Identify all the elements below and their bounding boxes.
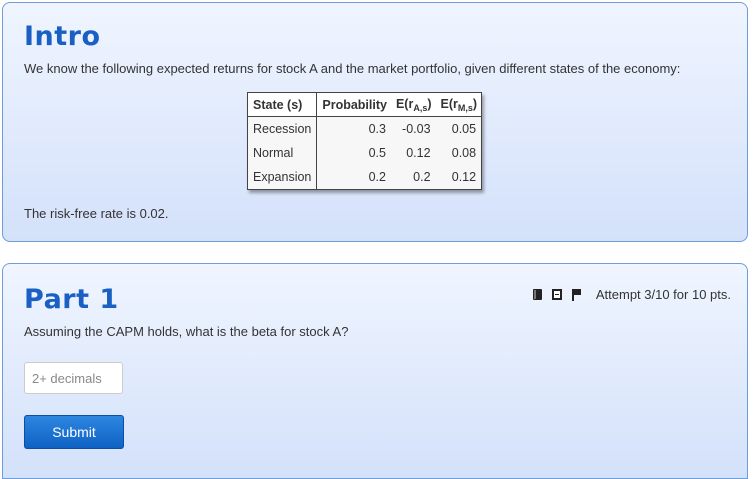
row-return-m: 0.05 xyxy=(451,122,477,136)
question-text: Assuming the CAPM holds, what is the bet… xyxy=(24,324,349,339)
row-probability: 0.3 xyxy=(368,122,386,136)
table-row: Recession 0.3 -0.03 0.05 xyxy=(247,116,482,141)
risk-free-text: The risk-free rate is 0.02. xyxy=(24,206,169,221)
part1-heading: Part 1 xyxy=(24,284,119,315)
header-state: State (s) xyxy=(247,92,318,117)
row-probability: 0.2 xyxy=(368,170,386,184)
row-state: Normal xyxy=(247,141,318,165)
intro-panel: Intro We know the following expected ret… xyxy=(2,2,748,242)
row-probability: 0.5 xyxy=(368,146,386,160)
attempt-status: Attempt 3/10 for 10 pts. xyxy=(595,287,731,302)
row-return-a: 0.12 xyxy=(406,146,431,160)
film-icon[interactable] xyxy=(551,289,562,300)
row-return-a: 0.2 xyxy=(413,170,431,184)
row-return-m: 0.08 xyxy=(451,146,477,160)
submit-button[interactable]: Submit xyxy=(24,415,124,449)
intro-description: We know the following expected returns f… xyxy=(24,61,681,76)
header-probability: Probability xyxy=(316,92,391,117)
question-toolbar: Attempt 3/10 for 10 pts. xyxy=(532,287,731,302)
answer-input[interactable] xyxy=(24,362,123,394)
part1-panel: Part 1 Attempt 3/10 for 10 pts. Assuming… xyxy=(2,263,748,479)
row-return-a: -0.03 xyxy=(402,122,431,136)
table-row: Expansion 0.2 0.2 0.12 xyxy=(247,165,482,190)
row-state: Expansion xyxy=(247,165,318,190)
row-state: Recession xyxy=(247,116,318,141)
flag-icon[interactable] xyxy=(571,288,582,301)
table-row: Normal 0.5 0.12 0.08 xyxy=(247,141,482,165)
header-return-m: E(rM,s) xyxy=(435,92,482,117)
book-icon[interactable] xyxy=(532,289,542,300)
returns-table: State (s) Probability E(rA,s) E(rM,s) Re… xyxy=(247,92,483,190)
intro-heading: Intro xyxy=(24,21,101,52)
table-header-row: State (s) Probability E(rA,s) E(rM,s) xyxy=(247,92,482,117)
row-return-m: 0.12 xyxy=(451,170,477,184)
header-return-a: E(rA,s) xyxy=(390,92,436,117)
